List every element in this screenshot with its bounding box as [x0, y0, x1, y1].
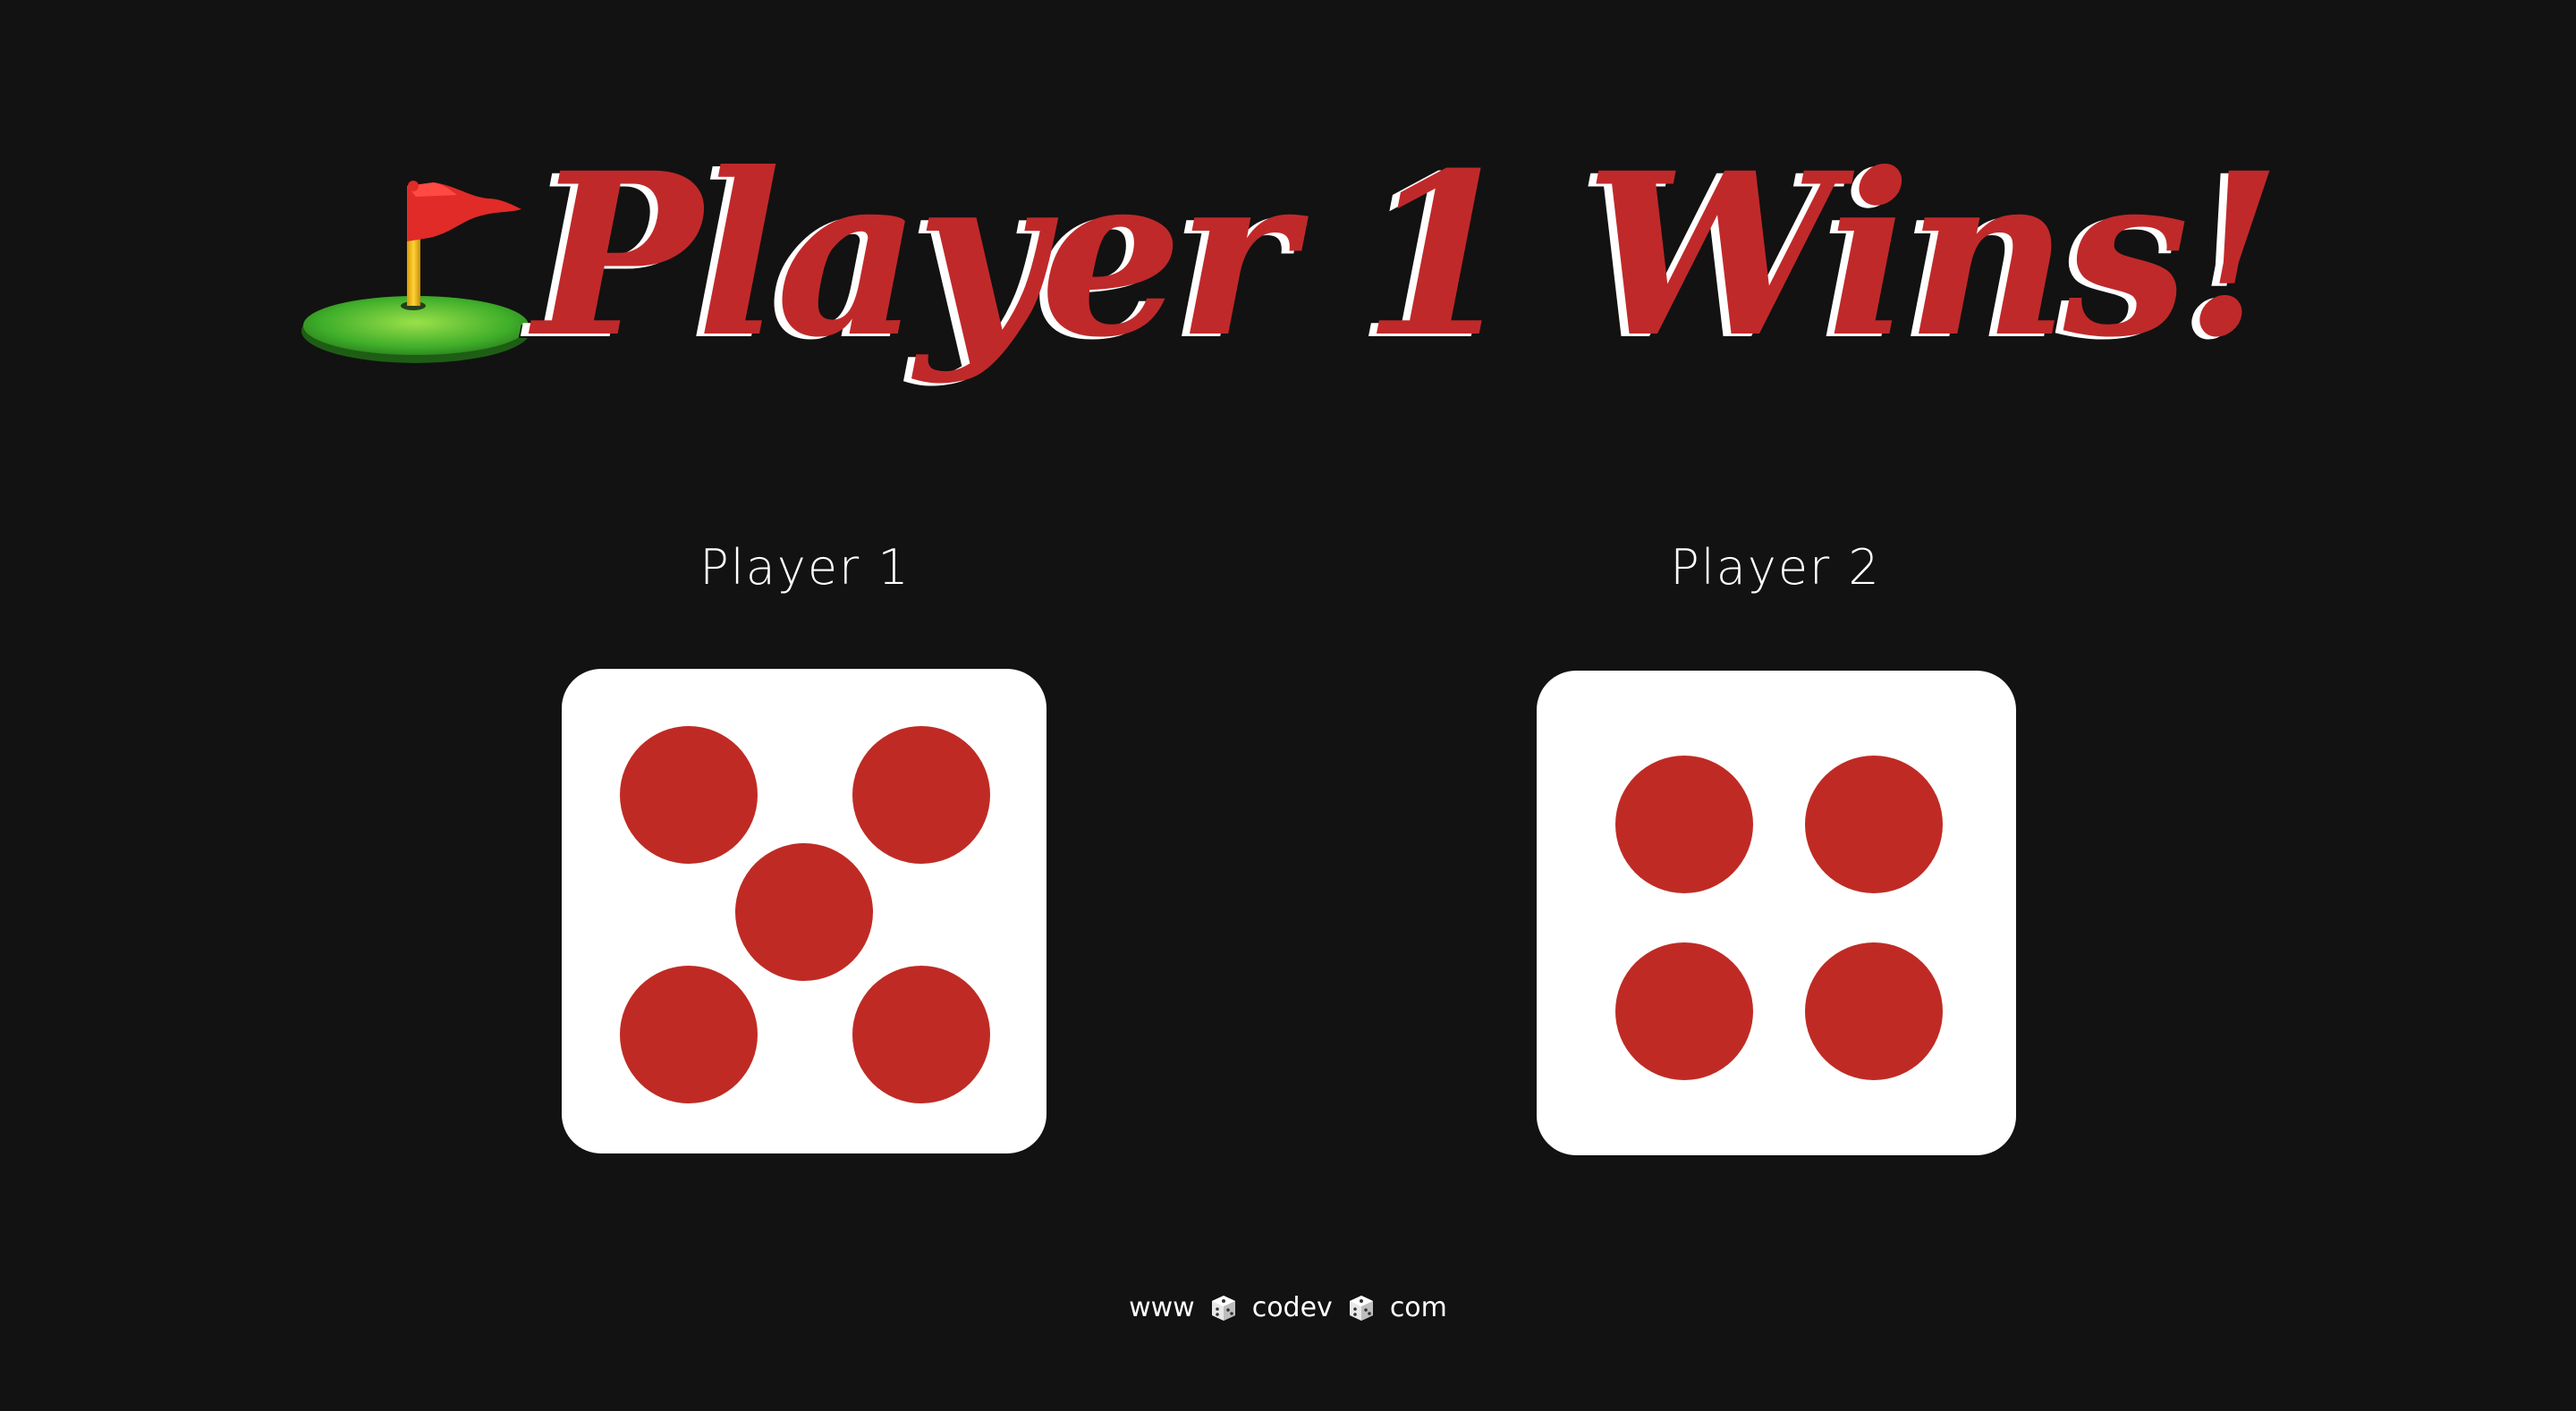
die-icon	[1211, 1295, 1235, 1321]
die-pip	[735, 843, 873, 981]
player-2-label: Player 2	[1670, 539, 1881, 596]
winner-title: Player 1 Wins!	[533, 123, 2283, 386]
die-pip	[1615, 942, 1753, 1080]
player-1-die	[562, 669, 1046, 1153]
footer-site: codev	[1251, 1292, 1333, 1323]
footer-credit: www codev com	[0, 1292, 2576, 1323]
winner-banner: Player 1 Wins!	[0, 85, 2576, 425]
player-1-label: Player 1	[699, 539, 911, 596]
footer-www: www	[1129, 1292, 1195, 1323]
die-pip	[620, 966, 758, 1103]
player-2-die	[1537, 671, 2016, 1155]
flag-in-hole-icon	[301, 181, 530, 363]
die-icon	[1349, 1295, 1373, 1321]
die-pip	[1615, 756, 1753, 893]
player-2-panel: Player 2	[1525, 528, 2026, 608]
die-pip	[620, 726, 758, 864]
die-pip	[1805, 756, 1943, 893]
player-1-panel: Player 1	[555, 528, 1055, 608]
footer-tld: com	[1389, 1292, 1447, 1323]
die-pip	[852, 726, 990, 864]
die-pip	[1805, 942, 1943, 1080]
die-pip	[852, 966, 990, 1103]
